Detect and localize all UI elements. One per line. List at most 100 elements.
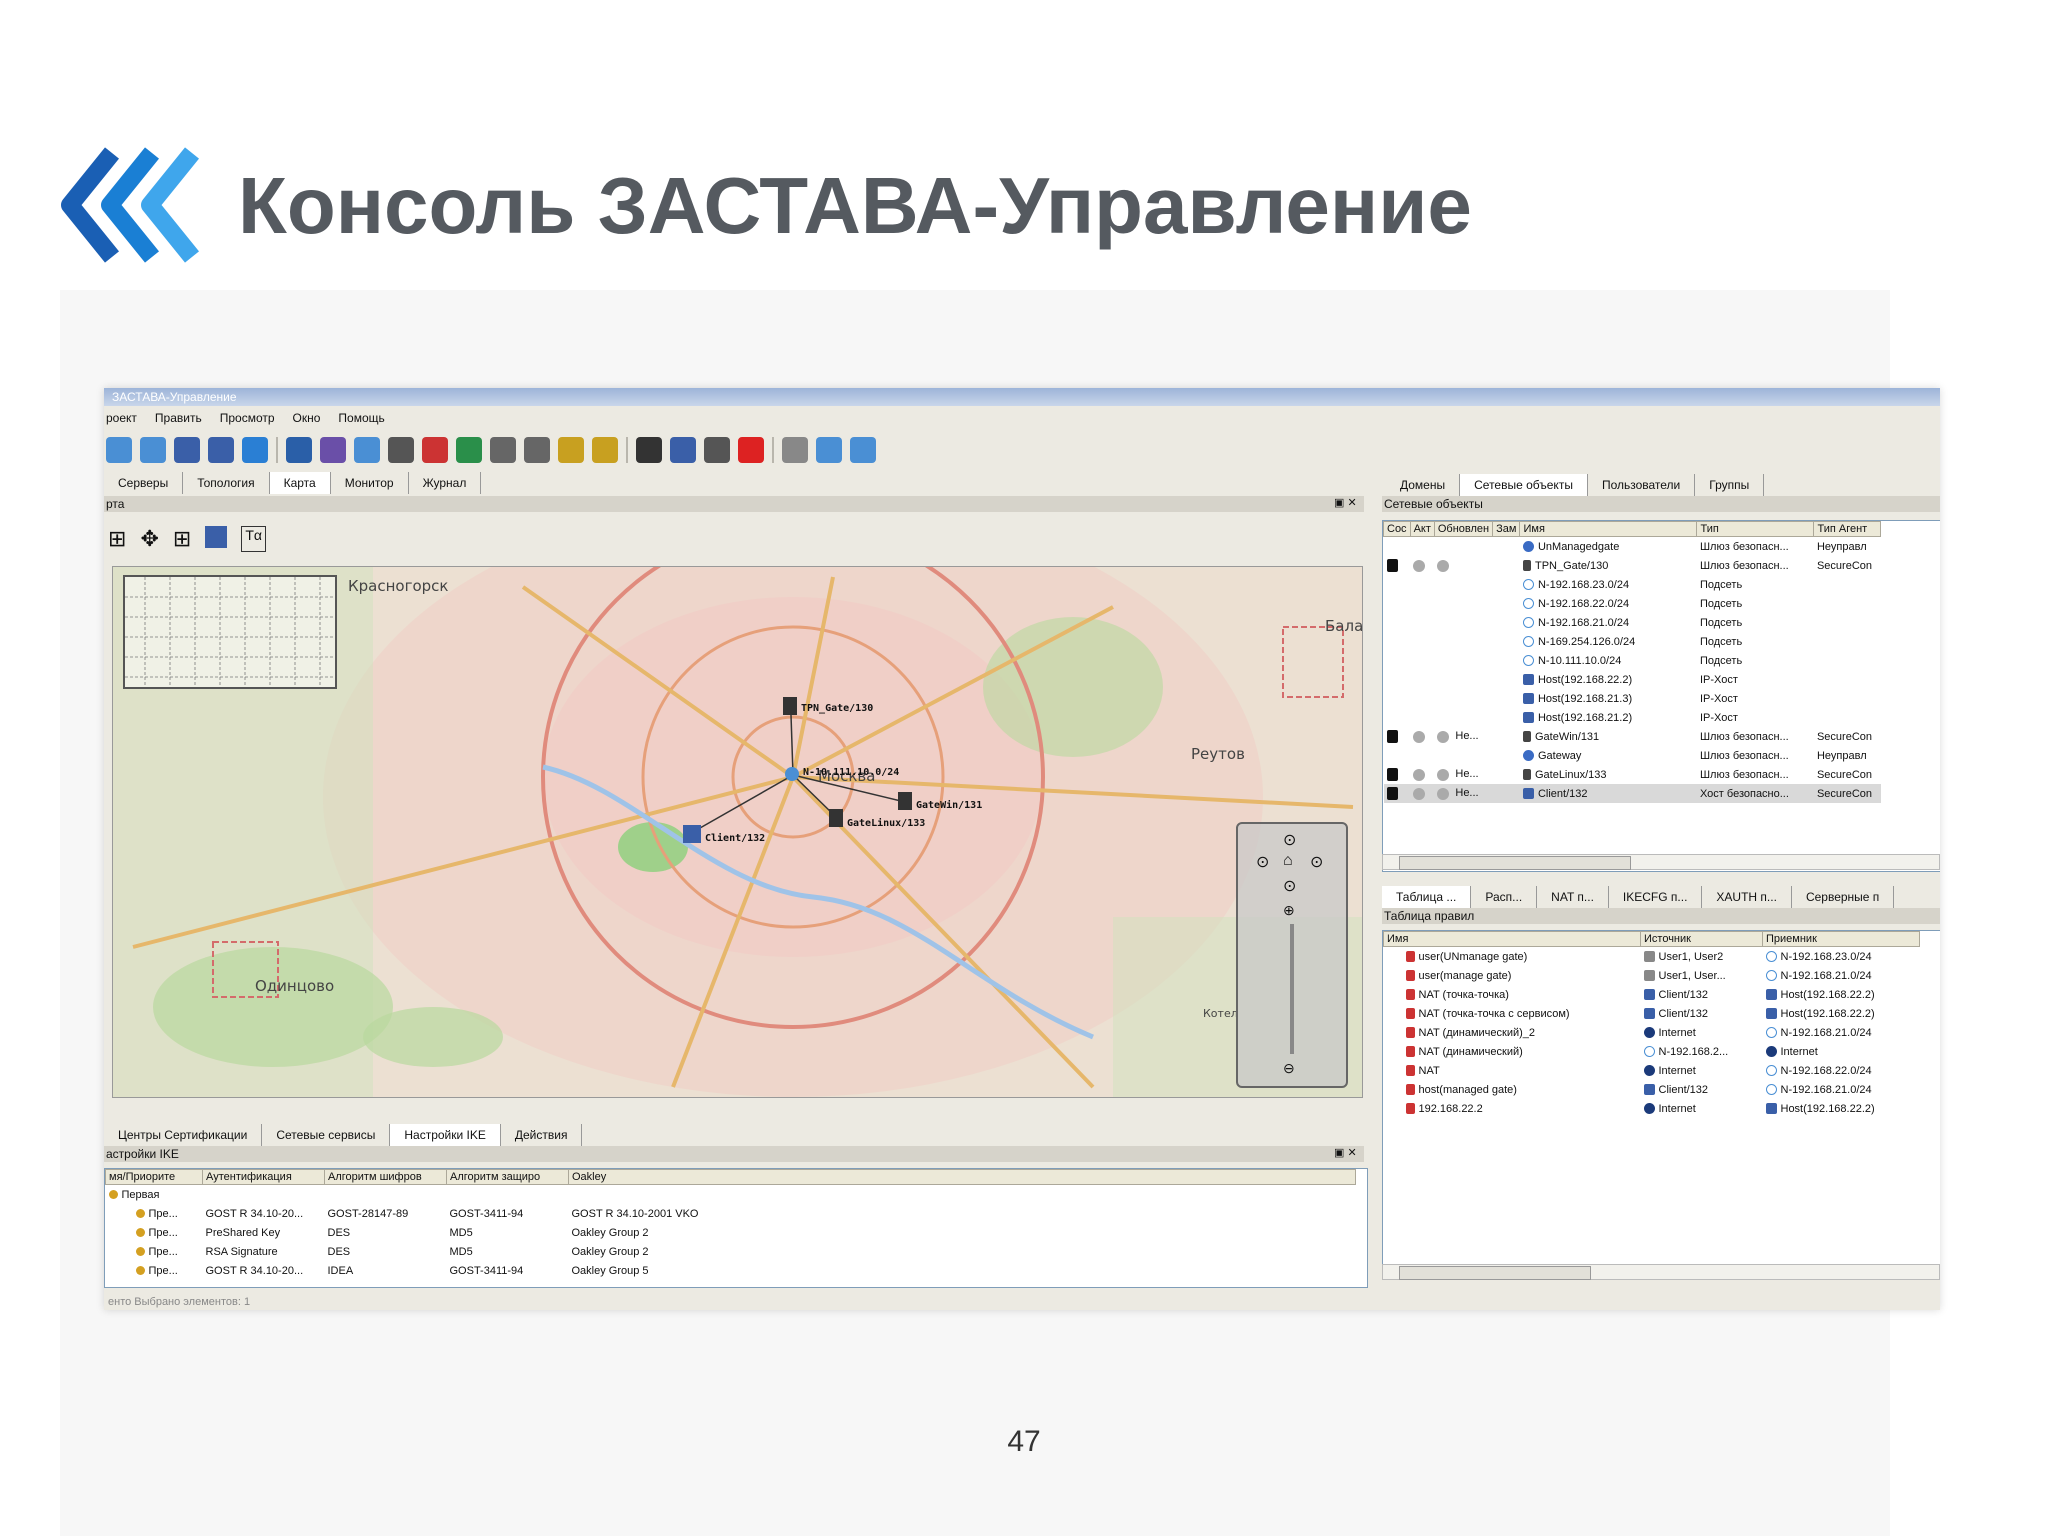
users-icon[interactable] — [320, 437, 346, 463]
list-icon[interactable] — [524, 437, 550, 463]
column-header[interactable]: Аутентификация — [202, 1169, 325, 1185]
grid-icon[interactable]: ⊞ — [108, 526, 126, 552]
map-view[interactable]: Красногорск Москва Реутов Одинцово Бала … — [112, 566, 1363, 1098]
globe-icon[interactable] — [242, 437, 268, 463]
table-row[interactable]: Gateway Шлюз безопасн... Неуправл — [1384, 746, 1881, 765]
table-row[interactable]: Не... GateLinux/133 Шлюз безопасн... Secure… — [1384, 765, 1881, 784]
node-gatelinux[interactable]: GateLinux/133 — [847, 818, 925, 829]
menu-item[interactable]: Помощь — [338, 408, 384, 428]
objects-hscroll[interactable] — [1382, 854, 1940, 870]
pane-close-icon[interactable]: ▣ ✕ — [1334, 496, 1357, 509]
pan-left-icon[interactable]: ⊙ — [1256, 852, 1269, 872]
certificate-icon[interactable] — [388, 437, 414, 463]
layer-icon[interactable] — [205, 526, 228, 548]
node-subnet[interactable]: N-10.111.10.0/24 — [803, 767, 899, 778]
table-row[interactable]: NAT (динамический) N-192.168.2... Internet — [1384, 1042, 1920, 1061]
connect-icon[interactable] — [106, 437, 132, 463]
gate-node-icon[interactable] — [783, 697, 797, 715]
column-header[interactable]: Зам — [1492, 521, 1521, 537]
rules-hscroll[interactable] — [1382, 1264, 1940, 1280]
tab-rules[interactable]: NAT п... — [1537, 886, 1609, 908]
table-row[interactable]: Пре... GOST R 34.10-20... IDEA GOST-3411-94… — [106, 1261, 1356, 1280]
table-row[interactable]: N-192.168.22.0/24 Подсеть — [1384, 594, 1881, 613]
monitor-icon[interactable] — [670, 437, 696, 463]
tab-right[interactable]: Сетевые объекты — [1460, 474, 1588, 496]
table-row[interactable]: user(manage gate) User1, User... N-192.168… — [1384, 966, 1920, 985]
binoculars-icon[interactable] — [636, 437, 662, 463]
column-header[interactable]: Приемник — [1762, 931, 1920, 947]
column-header[interactable]: Oakley — [568, 1169, 1356, 1185]
tab-left[interactable]: Журнал — [409, 472, 482, 494]
table-row[interactable]: host(managed gate) Client/132 N-192.168.21… — [1384, 1080, 1920, 1099]
table-row[interactable]: Не... GateWin/131 Шлюз безопасн... SecureCo… — [1384, 727, 1881, 746]
window-icon[interactable] — [422, 437, 448, 463]
pan-icon[interactable]: ✥ — [140, 526, 158, 552]
table-row[interactable]: UnManagedgate Шлюз безопасн... Неуправл — [1384, 537, 1881, 557]
pan-right-icon[interactable]: ⊙ — [1310, 852, 1323, 872]
table-row[interactable]: NAT (точка-точка с сервисом) Client/132 Ho… — [1384, 1004, 1920, 1023]
table-row[interactable]: Host(192.168.21.2) IP-Хост — [1384, 708, 1881, 727]
tab-left[interactable]: Серверы — [104, 472, 184, 494]
disconnect-icon[interactable] — [140, 437, 166, 463]
column-header[interactable]: Акт — [1409, 521, 1435, 537]
node-tpn-gate[interactable]: TPN_Gate/130 — [801, 703, 873, 714]
table-row[interactable]: Не... Client/132 Хост безопасно... SecureCo… — [1383, 784, 1881, 803]
chart-icon[interactable] — [490, 437, 516, 463]
key-left-icon[interactable] — [558, 437, 584, 463]
text-icon[interactable]: Tα — [241, 526, 266, 552]
table-row[interactable]: NAT Internet N-192.168.22.0/24 — [1384, 1061, 1920, 1080]
computer-icon[interactable] — [174, 437, 200, 463]
minimap[interactable] — [123, 575, 337, 689]
table-row[interactable]: user(UNmanage gate) User1, User2 N-192.168… — [1384, 947, 1920, 967]
zoom-in-icon[interactable]: ⊕ — [1283, 902, 1295, 919]
tab-rules[interactable]: XAUTH п... — [1702, 886, 1792, 908]
export-icon[interactable] — [816, 437, 842, 463]
menu-item[interactable]: Просмотр — [220, 408, 275, 428]
import-icon[interactable] — [850, 437, 876, 463]
column-header[interactable]: Имя — [1383, 931, 1641, 947]
settings-icon[interactable] — [704, 437, 730, 463]
table-row[interactable]: N-169.254.126.0/24 Подсеть — [1384, 632, 1881, 651]
table-row[interactable]: NAT (точка-точка) Client/132 Host(192.168.… — [1384, 985, 1920, 1004]
tree-group-row[interactable]: Первая — [106, 1185, 1356, 1205]
earth-icon[interactable] — [456, 437, 482, 463]
gate-node-icon[interactable] — [898, 792, 912, 810]
column-header[interactable]: Имя — [1519, 521, 1698, 537]
pan-up-icon[interactable]: ⊙ — [1283, 830, 1296, 850]
tab-right[interactable]: Домены — [1386, 474, 1461, 496]
info-icon[interactable] — [286, 437, 312, 463]
host-node-icon[interactable] — [683, 825, 701, 843]
node-gatewin[interactable]: GateWin/131 — [916, 800, 982, 811]
table-row[interactable]: Пре... PreShared Key DES MD5 Oakley Group 2 — [106, 1223, 1356, 1242]
menu-item[interactable]: Править — [155, 408, 202, 428]
column-header[interactable]: Алгоритм защиро — [446, 1169, 569, 1185]
table-row[interactable]: N-10.111.10.0/24 Подсеть — [1384, 651, 1881, 670]
tab-bottom[interactable]: Сетевые сервисы — [262, 1124, 391, 1146]
column-header[interactable]: мя/Приорите — [105, 1169, 203, 1185]
tab-right[interactable]: Пользователи — [1588, 474, 1696, 496]
tab-rules[interactable]: Серверные п — [1792, 886, 1895, 908]
tab-right[interactable]: Группы — [1695, 474, 1765, 496]
tab-left[interactable]: Монитор — [331, 472, 409, 494]
table-row[interactable]: NAT (динамический)_2 Internet N-192.168.21… — [1384, 1023, 1920, 1042]
pane-close-icon[interactable]: ▣ ✕ — [1334, 1146, 1357, 1159]
subnet-node-icon[interactable] — [785, 767, 799, 781]
zoom-out-icon[interactable]: ⊖ — [1283, 1060, 1295, 1077]
node-client[interactable]: Client/132 — [705, 833, 765, 844]
gate-node-icon[interactable] — [829, 809, 843, 827]
key-right-icon[interactable] — [592, 437, 618, 463]
column-header[interactable]: Тип — [1696, 521, 1815, 537]
tab-rules[interactable]: Расп... — [1471, 886, 1538, 908]
tab-left[interactable]: Топология — [183, 472, 270, 494]
column-header[interactable]: Алгоритм шифров — [324, 1169, 447, 1185]
table-row[interactable]: Пре... GOST R 34.10-20... GOST-28147-89 GOS… — [106, 1204, 1356, 1223]
menu-item[interactable]: Окно — [293, 408, 321, 428]
tab-bottom[interactable]: Действия — [501, 1124, 583, 1146]
column-header[interactable]: Тип Агент — [1813, 521, 1882, 537]
tab-rules[interactable]: IKECFG п... — [1609, 886, 1703, 908]
table-row[interactable]: 192.168.22.2 Internet Host(192.168.22.2) — [1384, 1099, 1920, 1118]
tab-rules[interactable]: Таблица ... — [1382, 886, 1472, 908]
tab-bottom[interactable]: Настройки IKE — [390, 1124, 501, 1146]
column-header[interactable]: Источник — [1640, 931, 1763, 947]
column-header[interactable]: Сос — [1383, 521, 1411, 537]
